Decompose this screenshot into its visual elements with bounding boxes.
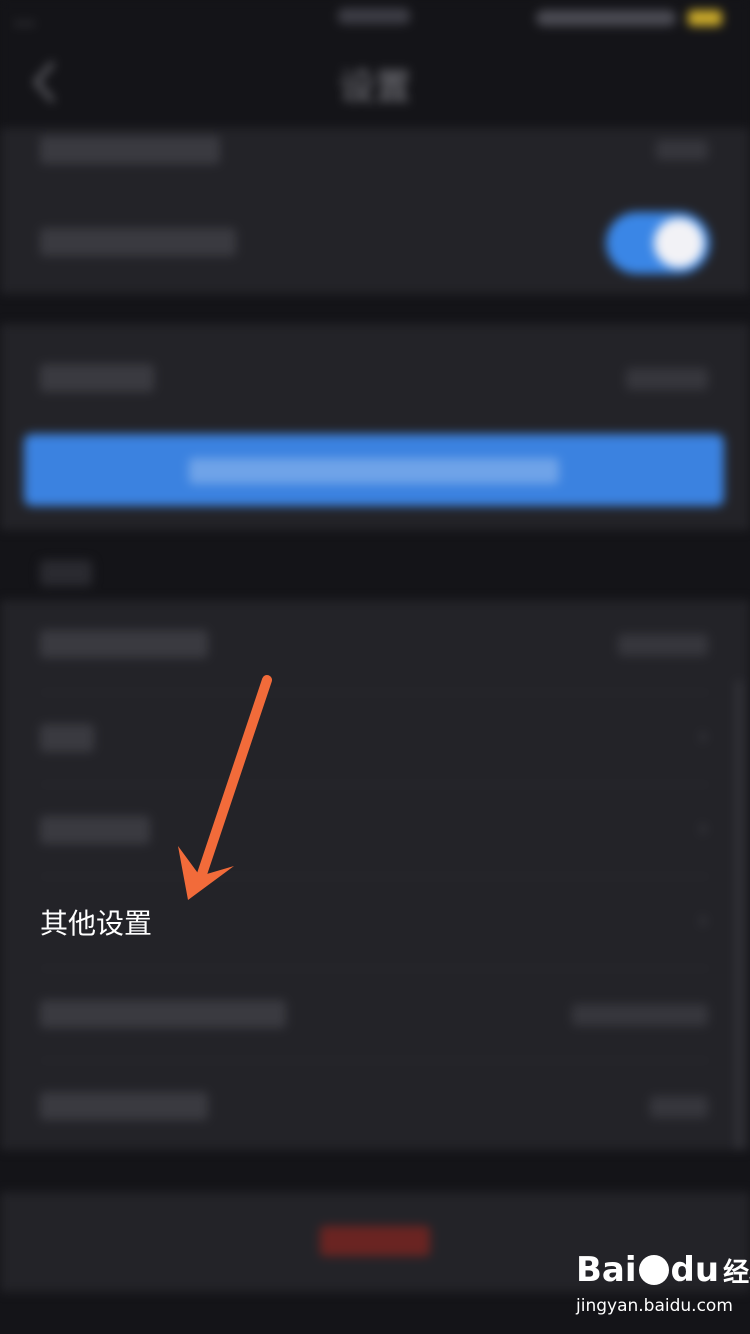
watermark: Baidu经验 jingyan.baidu.com xyxy=(576,1250,750,1320)
paw-icon xyxy=(638,1255,669,1285)
settings-row[interactable] xyxy=(0,128,750,174)
logo-text: Bai xyxy=(576,1250,637,1290)
row-value-blurred xyxy=(618,634,708,656)
toggle-knob xyxy=(654,218,704,268)
settings-row[interactable] xyxy=(0,1060,750,1150)
chevron-right-icon: › xyxy=(698,814,708,842)
row-value-blurred xyxy=(650,1096,708,1118)
row-label-blurred xyxy=(40,228,236,256)
settings-row[interactable]: › xyxy=(0,784,750,876)
settings-row[interactable] xyxy=(0,348,750,408)
settings-section-other: › › › xyxy=(0,600,750,1150)
button-label-blurred xyxy=(189,457,559,484)
primary-action-button[interactable] xyxy=(24,434,724,506)
settings-row[interactable] xyxy=(0,968,750,1060)
status-time xyxy=(338,8,410,24)
status-icons xyxy=(536,10,676,26)
row-label-blurred xyxy=(40,136,220,164)
row-label-blurred xyxy=(40,724,94,752)
baidu-logo: Baidu经验 xyxy=(576,1250,750,1290)
settings-row[interactable] xyxy=(0,600,750,692)
logo-suffix: 经验 xyxy=(723,1258,750,1288)
logout-label-blurred xyxy=(320,1226,430,1256)
watermark-url: jingyan.baidu.com xyxy=(576,1296,733,1316)
row-label-blurred xyxy=(40,1092,208,1120)
row-label-blurred xyxy=(40,630,208,658)
settings-row-toggle[interactable] xyxy=(0,194,750,294)
logo-text-2: du xyxy=(670,1250,720,1290)
settings-row[interactable]: › xyxy=(0,692,750,784)
toggle-switch[interactable] xyxy=(606,212,710,274)
row-value-blurred xyxy=(656,140,708,160)
nav-bar: 设置 xyxy=(0,40,750,128)
settings-section-download xyxy=(0,128,750,294)
page-title: 设置 xyxy=(338,67,411,108)
battery-icon xyxy=(688,10,722,26)
row-value-blurred xyxy=(572,1004,708,1026)
row-label-blurred xyxy=(40,816,150,844)
section-header-blurred xyxy=(40,560,92,586)
status-bar: ... xyxy=(0,0,750,40)
other-settings-label[interactable]: 其他设置 xyxy=(40,902,152,942)
blurred-settings-screen: ... 设置 › › › xyxy=(0,0,750,1334)
status-carrier: ... xyxy=(14,6,35,31)
chevron-right-icon: › xyxy=(698,906,708,934)
row-label-blurred xyxy=(40,1000,286,1028)
row-value-blurred xyxy=(626,368,708,390)
chevron-right-icon: › xyxy=(698,722,708,750)
row-label-blurred xyxy=(40,364,154,392)
scrollbar[interactable] xyxy=(736,680,742,1150)
